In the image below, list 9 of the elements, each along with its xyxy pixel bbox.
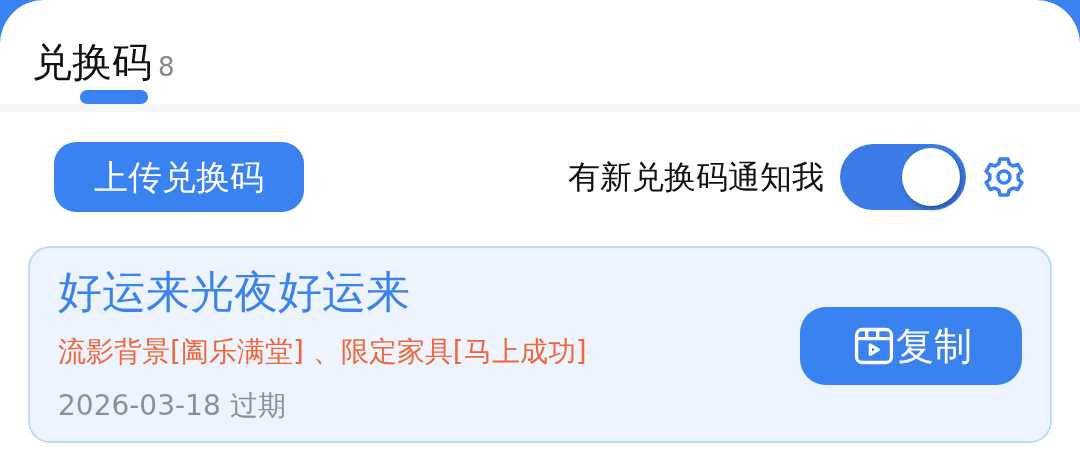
notify-label: 有新兑换码通知我: [568, 157, 824, 198]
notify-toggle[interactable]: [840, 144, 966, 210]
expiry-date: 2026-03-18 过期: [58, 387, 287, 424]
upload-button[interactable]: 上传兑换码: [54, 142, 304, 212]
reward-text: 流影背景[阖乐满堂] 、限定家具[马上成功]: [58, 333, 587, 370]
tab-count: 8: [158, 52, 175, 82]
copy-button[interactable]: 复制: [800, 307, 1022, 386]
tab[interactable]: 兑换码 8: [32, 0, 175, 104]
code-title: 好运来光夜好运来: [58, 266, 411, 319]
